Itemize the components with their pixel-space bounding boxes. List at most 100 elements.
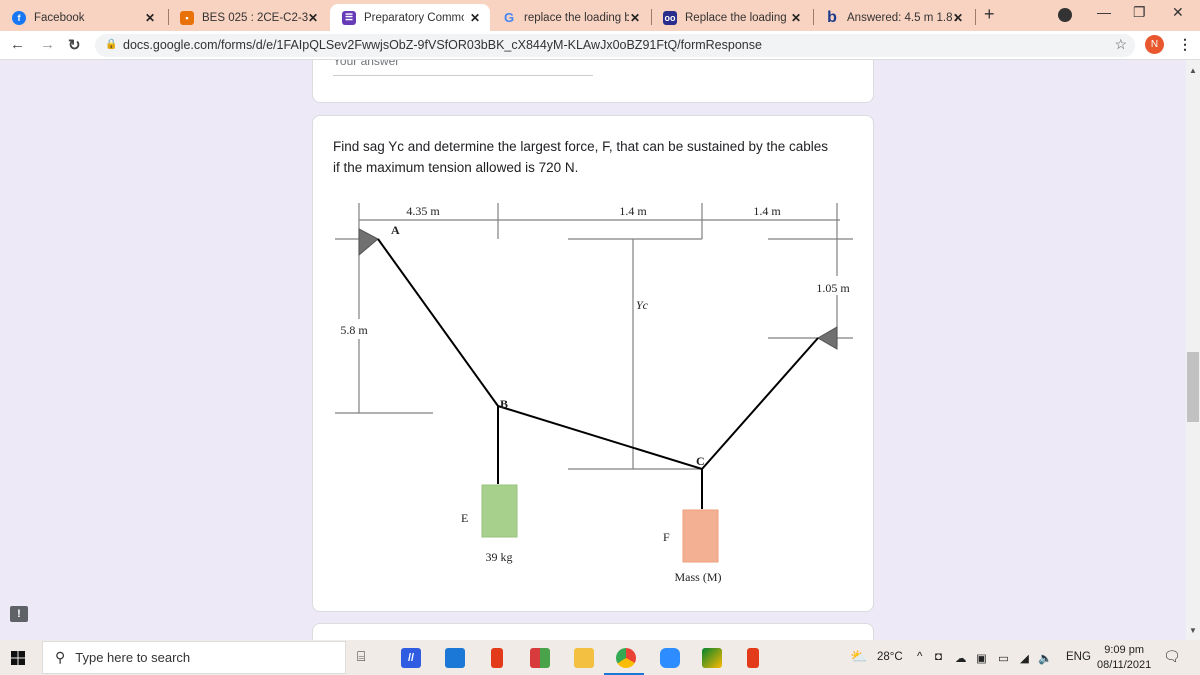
battery-icon[interactable]: ▭ [998,651,1009,665]
bartleby-icon: b [827,8,837,26]
tab-forms[interactable]: ☰ Preparatory Common ✕ [330,4,490,31]
dim-label-5-8: 5.8 m [340,323,368,337]
windows-start-icon[interactable] [11,651,25,665]
scroll-up-icon[interactable]: ▲ [1189,66,1197,75]
meet-now-icon[interactable]: ◘ [935,651,942,663]
label-b: B [500,397,508,411]
taskbar: ⚲ Type here to search ⌸ // ⛅ 28°C ^ ◘ ☁ … [0,640,1200,675]
tab-quizlet[interactable]: oo Replace the loading by ✕ [651,4,811,31]
answer-underline [333,75,593,76]
tab-title: BES 025 : 2CE-C2-3 [202,11,309,24]
close-tab-icon[interactable]: ✕ [953,11,963,25]
zoom-icon[interactable] [660,648,680,668]
label-f: F [663,530,670,544]
address-bar[interactable]: 🔒 docs.google.com/forms/d/e/1FAIpQLSev2F… [95,34,1135,57]
tab-classroom[interactable]: ▪ BES 025 : 2CE-C2-3 ✕ [168,4,328,31]
app-icon[interactable]: // [401,648,421,668]
clock-date: 08/11/2021 [1097,659,1152,671]
label-e: E [461,511,468,525]
task-view-icon[interactable]: ⌸ [357,648,365,665]
label-a: A [391,223,400,237]
file-explorer-icon[interactable] [574,648,594,668]
minimize-icon[interactable]: — [1097,4,1111,20]
support-d [817,326,838,350]
forms-icon: ☰ [342,10,356,25]
label-mass-f: Mass (M) [675,570,722,584]
tab-bartleby[interactable]: b Answered: 4.5 m 1.8 m ✕ [813,4,973,31]
store-icon[interactable] [530,648,550,668]
close-tab-icon[interactable]: ✕ [630,11,640,25]
mass-e [481,484,518,538]
scroll-down-icon[interactable]: ▼ [1189,626,1197,635]
cable-diagram: 4.35 m 1.4 m 1.4 m 5.8 m 1.05 m Yc A B C… [333,203,858,584]
google-icon: G [503,10,515,25]
label-yc: Yc [636,298,649,312]
tab-facebook[interactable]: f Facebook ✕ [0,4,165,31]
back-icon[interactable]: ← [10,36,25,53]
new-tab-button[interactable]: + [984,4,995,25]
facebook-icon: f [12,10,26,25]
chrome-icon[interactable] [616,648,636,668]
mass-f [682,509,719,563]
close-tab-icon[interactable]: ✕ [308,11,318,25]
tab-title: Facebook [34,11,85,24]
weather-icon[interactable]: ⛅ [850,648,867,665]
tray-expand-icon[interactable]: ^ [917,651,922,663]
close-tab-icon[interactable]: ✕ [145,11,155,25]
answer-placeholder[interactable]: Your answer [333,60,399,68]
dim-label-1-4a: 1.4 m [619,204,647,218]
tab-strip: f Facebook ✕ ▪ BES 025 : 2CE-C2-3 ✕ ☰ Pr… [0,0,1200,31]
profile-avatar[interactable]: N [1145,35,1164,54]
wifi-icon[interactable]: ◢ [1020,651,1029,665]
next-question-card [312,623,874,640]
clock-time: 9:09 pm [1104,644,1144,656]
search-placeholder: Type here to search [75,650,191,665]
url-text[interactable]: docs.google.com/forms/d/e/1FAIpQLSev2Fww… [123,38,762,52]
tab-title: Replace the loading by [685,11,790,24]
mail-icon[interactable] [445,648,465,668]
extension-icon[interactable] [1058,8,1072,22]
page-scrollbar[interactable]: ▲ ▼ [1186,60,1200,640]
form-page: Your answer Find sag Yc and determine th… [0,60,1186,640]
dim-label-1-4b: 1.4 m [753,204,781,218]
scroll-thumb[interactable] [1187,352,1199,422]
support-a [358,228,379,257]
feedback-icon[interactable]: ! [10,606,28,622]
question-text: Find sag Yc and determine the largest fo… [333,139,829,175]
bookmark-star-icon[interactable]: ☆ [1114,36,1127,53]
label-c: C [696,454,705,468]
close-tab-icon[interactable]: ✕ [470,11,480,25]
volume-icon[interactable]: 🔈 [1038,651,1052,665]
onedrive-icon[interactable]: ☁ [955,651,967,665]
forward-icon[interactable]: → [40,36,55,53]
app-tray-icon[interactable]: ▣ [976,651,987,665]
clock[interactable]: 9:09 pm 08/11/2021 [1097,643,1151,673]
close-tab-icon[interactable]: ✕ [791,11,801,25]
office-icon[interactable] [491,648,503,668]
tab-title: Preparatory Common [364,11,464,24]
close-window-icon[interactable]: ✕ [1172,4,1184,21]
restore-icon[interactable]: ❐ [1133,4,1146,21]
tab-title: Answered: 4.5 m 1.8 m [847,11,957,24]
previous-question-card: Your answer [312,60,874,103]
main-cable [377,238,819,471]
classroom-icon: ▪ [180,10,194,25]
taskbar-search[interactable]: ⚲ Type here to search [42,641,346,674]
question-card: Find sag Yc and determine the largest fo… [312,115,874,612]
browser-menu-icon[interactable]: ⋮ [1178,36,1192,53]
notifications-icon[interactable]: 🗨 [1163,648,1181,665]
tab-google[interactable]: G replace the loading by ✕ [490,4,650,31]
meet-icon[interactable] [702,648,722,668]
tab-title: replace the loading by [524,11,629,24]
weather-temp[interactable]: 28°C [877,651,903,663]
search-icon: ⚲ [55,649,66,665]
dim-label-1-05: 1.05 m [816,281,850,295]
dim-label-4-35: 4.35 m [406,204,440,218]
lock-icon: 🔒 [105,39,118,50]
quizlet-icon: oo [663,10,677,25]
reload-icon[interactable]: ↻ [68,36,81,54]
label-mass-e: 39 kg [486,550,513,564]
toolbar: ← → ↻ 🔒 docs.google.com/forms/d/e/1FAIpQ… [0,31,1200,60]
office-icon-2[interactable] [747,648,759,668]
language-indicator[interactable]: ENG [1066,651,1091,663]
